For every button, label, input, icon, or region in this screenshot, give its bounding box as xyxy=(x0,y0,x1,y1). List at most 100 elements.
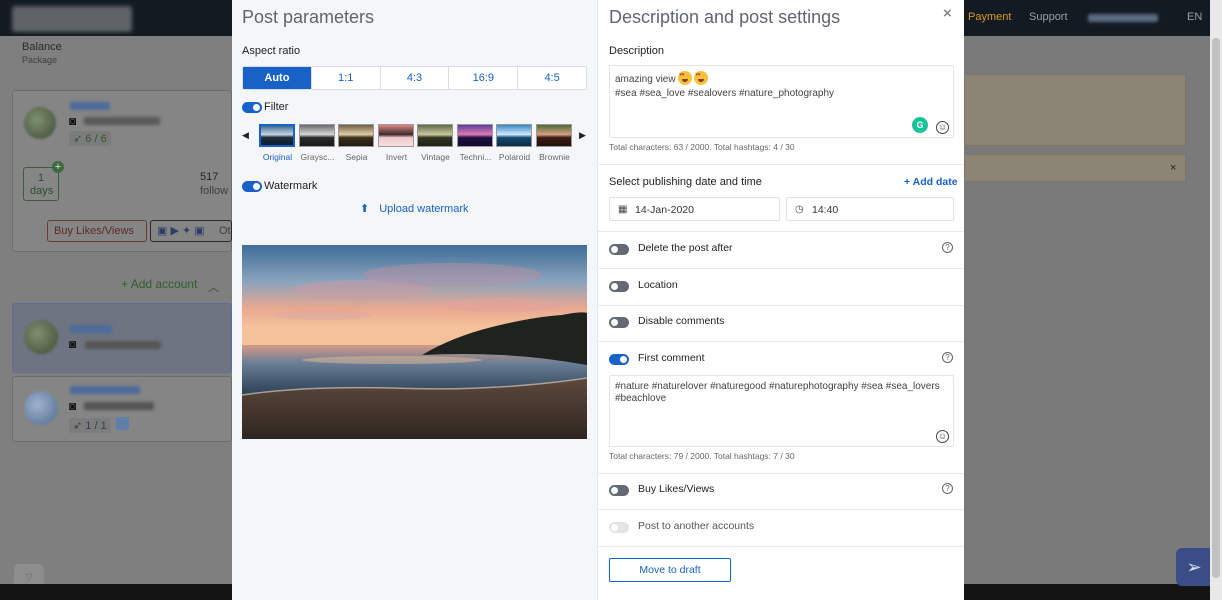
watermark-label: Watermark xyxy=(264,180,318,192)
add-date-link[interactable]: + Add date xyxy=(904,176,958,188)
help-icon[interactable]: ? xyxy=(942,352,953,363)
close-icon[interactable]: × xyxy=(943,5,952,22)
disable-comments-toggle[interactable] xyxy=(609,317,629,328)
aspect-auto[interactable]: Auto xyxy=(243,67,312,89)
send-icon[interactable]: ➢ xyxy=(1176,548,1212,586)
aspect-1-1[interactable]: 1:1 xyxy=(312,67,381,89)
location-label: Location xyxy=(638,279,678,291)
move-to-draft-button[interactable]: Move to draft xyxy=(609,558,731,582)
option-first-comment: First comment ? xyxy=(598,342,964,378)
divider xyxy=(598,164,964,165)
post-parameters-title: Post parameters xyxy=(242,7,375,27)
nav-language[interactable]: EN xyxy=(1187,11,1202,23)
filter-original[interactable]: Original xyxy=(259,124,296,162)
grammarly-icon[interactable]: G xyxy=(912,117,928,133)
date-value: 14-Jan-2020 xyxy=(635,204,694,216)
days-value: 1 xyxy=(38,172,45,184)
avatar xyxy=(24,107,56,139)
balance-subtitle: Package xyxy=(22,55,58,65)
clock-icon: ◷ xyxy=(795,204,804,215)
nav-support[interactable]: Support xyxy=(1029,11,1068,23)
watermark-toggle[interactable] xyxy=(242,181,262,192)
page-scrollbar[interactable] xyxy=(1210,0,1222,600)
help-icon[interactable]: ? xyxy=(942,483,953,494)
description-line-1: amazing view xyxy=(615,74,676,85)
aspect-ratio-group: Auto 1:1 4:3 16:9 4:5 xyxy=(242,66,587,90)
option-buy-likes: Buy Likes/Views ? xyxy=(598,473,964,509)
add-account-link[interactable]: + Add account xyxy=(121,277,197,291)
balance-title: Balance xyxy=(22,41,62,53)
delete-post-toggle[interactable] xyxy=(609,244,629,255)
description-textarea[interactable]: amazing view #sea #sea_love #sealovers #… xyxy=(609,65,954,138)
description-settings-title: Description and post settings xyxy=(609,7,841,27)
emoji-picker-icon[interactable]: ☺ xyxy=(936,121,949,134)
emoji-picker-icon[interactable]: ☺ xyxy=(936,430,949,443)
help-icon[interactable]: ? xyxy=(942,242,953,253)
next-arrow-icon[interactable]: ▶ xyxy=(579,130,586,141)
avatar xyxy=(24,320,58,354)
comment-counter: Total characters: 79 / 2000. Total hasht… xyxy=(609,451,795,461)
description-settings-pane: Description and post settings × Descript… xyxy=(598,0,964,600)
first-comment-textarea[interactable]: #nature #naturelover #naturegood #nature… xyxy=(609,375,954,447)
account-handle xyxy=(84,402,154,410)
time-value: 14:40 xyxy=(812,204,839,216)
filter-label: Filter xyxy=(264,101,289,113)
user-email[interactable] xyxy=(1088,14,1158,22)
filter-vintage[interactable]: Vintage xyxy=(417,124,454,162)
date-input[interactable]: ▦ 14-Jan-2020 xyxy=(609,197,780,221)
option-post-to-other: Post to another accounts xyxy=(598,510,964,546)
upload-watermark-link[interactable]: ⬆ Upload watermark xyxy=(360,202,468,215)
scrollbar-thumb[interactable] xyxy=(1212,38,1220,578)
post-to-other-label: Post to another accounts xyxy=(638,520,755,532)
filter-invert[interactable]: Invert xyxy=(378,124,415,162)
upload-watermark-label: Upload watermark xyxy=(379,203,469,215)
aspect-16-9[interactable]: 16:9 xyxy=(449,67,519,89)
filter-sepia[interactable]: Sepia xyxy=(338,124,375,162)
account-name xyxy=(70,386,140,394)
account-handle xyxy=(85,341,161,349)
description-line-2: #sea #sea_love #sealovers #nature_photog… xyxy=(615,88,835,99)
buy-likes-toggle[interactable] xyxy=(609,485,629,496)
nav-payment[interactable]: Payment xyxy=(968,11,1011,23)
heart-eyes-emoji-icon xyxy=(694,71,709,85)
first-comment-label: First comment xyxy=(638,352,705,364)
option-delete-post: Delete the post after ? xyxy=(598,232,964,268)
delete-post-label: Delete the post after xyxy=(638,242,733,254)
posts-badge: ➶ 6 / 6 xyxy=(69,131,111,146)
prev-arrow-icon[interactable]: ◀ xyxy=(242,130,249,141)
account-name xyxy=(70,102,110,110)
close-icon[interactable]: × xyxy=(1170,162,1176,174)
add-icon[interactable]: + xyxy=(52,161,64,173)
filter-toggle[interactable] xyxy=(242,102,262,113)
post-image-preview xyxy=(242,245,587,439)
notice-bar xyxy=(964,154,1186,182)
post-modal: Post parameters Aspect ratio Auto 1:1 4:… xyxy=(232,0,964,600)
account-handle xyxy=(84,117,160,125)
divider xyxy=(598,546,964,547)
description-text: amazing view #sea #sea_love #sealovers #… xyxy=(615,71,935,101)
filter-brownie[interactable]: Brownie xyxy=(536,124,573,162)
description-label: Description xyxy=(609,45,665,57)
days-label: days xyxy=(30,185,54,197)
filter-technicolor[interactable]: Techni... xyxy=(457,124,494,162)
instagram-icon: ◙ xyxy=(69,399,77,413)
buy-likes-label: Buy Likes/Views xyxy=(54,225,134,237)
aspect-4-5[interactable]: 4:5 xyxy=(518,67,586,89)
avatar xyxy=(24,391,58,425)
post-to-other-toggle[interactable] xyxy=(609,522,629,533)
time-input[interactable]: ◷ 14:40 xyxy=(786,197,954,221)
social-icons: ▣ ▶ ✦ ▣ xyxy=(157,225,205,237)
filter-grayscale[interactable]: Graysc... xyxy=(299,124,336,162)
aspect-4-3[interactable]: 4:3 xyxy=(381,67,450,89)
filter-polaroid[interactable]: Polaroid xyxy=(496,124,533,162)
option-location: Location xyxy=(598,269,964,305)
sunset-beach-image xyxy=(242,245,587,439)
disable-comments-label: Disable comments xyxy=(638,315,725,327)
notice-panel xyxy=(964,74,1186,146)
description-counter: Total characters: 63 / 2000. Total hasht… xyxy=(609,142,795,152)
other-label: Ot xyxy=(219,225,231,237)
chevron-up-icon[interactable]: ︿ xyxy=(208,279,219,295)
first-comment-text: #nature #naturelover #naturegood #nature… xyxy=(615,381,940,404)
first-comment-toggle[interactable] xyxy=(609,354,629,365)
location-toggle[interactable] xyxy=(609,281,629,292)
